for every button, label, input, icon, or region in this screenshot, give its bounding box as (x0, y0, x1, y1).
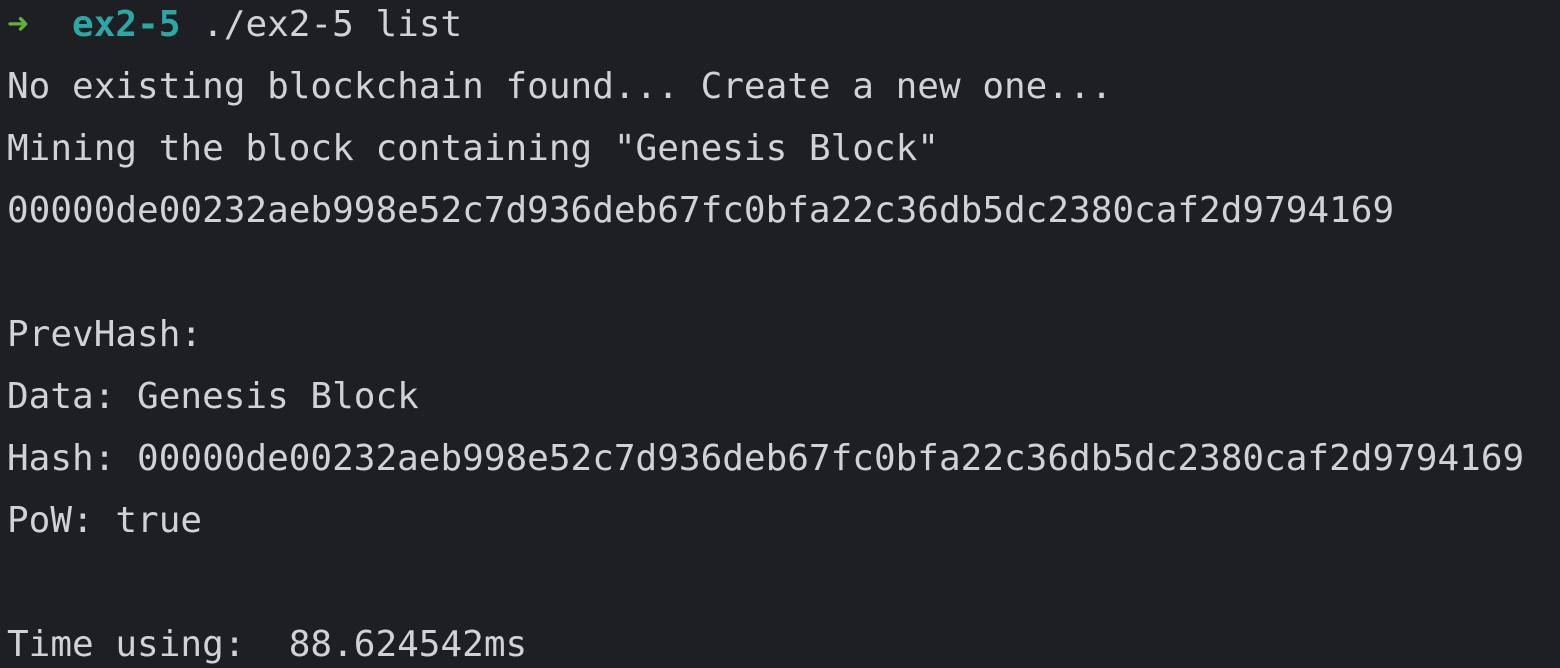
output-mined-hash: 00000de00232aeb998e52c7d936deb67fc0bfa22… (7, 190, 1395, 231)
output-prev-hash: PrevHash: (7, 314, 203, 355)
terminal-window[interactable]: ➜ ex2-5 ./ex2-5 list No existing blockch… (0, 0, 1560, 668)
prompt-directory: ex2-5 (72, 4, 181, 45)
command-text: ./ex2-5 list (202, 4, 463, 45)
output-data: Data: Genesis Block (7, 376, 419, 417)
prompt-arrow-icon: ➜ (7, 4, 29, 45)
prompt-line: ➜ ex2-5 ./ex2-5 list (7, 3, 1560, 65)
output-pow: PoW: true (7, 500, 203, 541)
output-hash: Hash: 00000de00232aeb998e52c7d936deb67fc… (7, 438, 1525, 479)
output-mining: Mining the block containing "Genesis Blo… (7, 128, 939, 169)
output-time: Time using: 88.624542ms (7, 624, 528, 665)
output-no-chain: No existing blockchain found... Create a… (7, 66, 1113, 107)
